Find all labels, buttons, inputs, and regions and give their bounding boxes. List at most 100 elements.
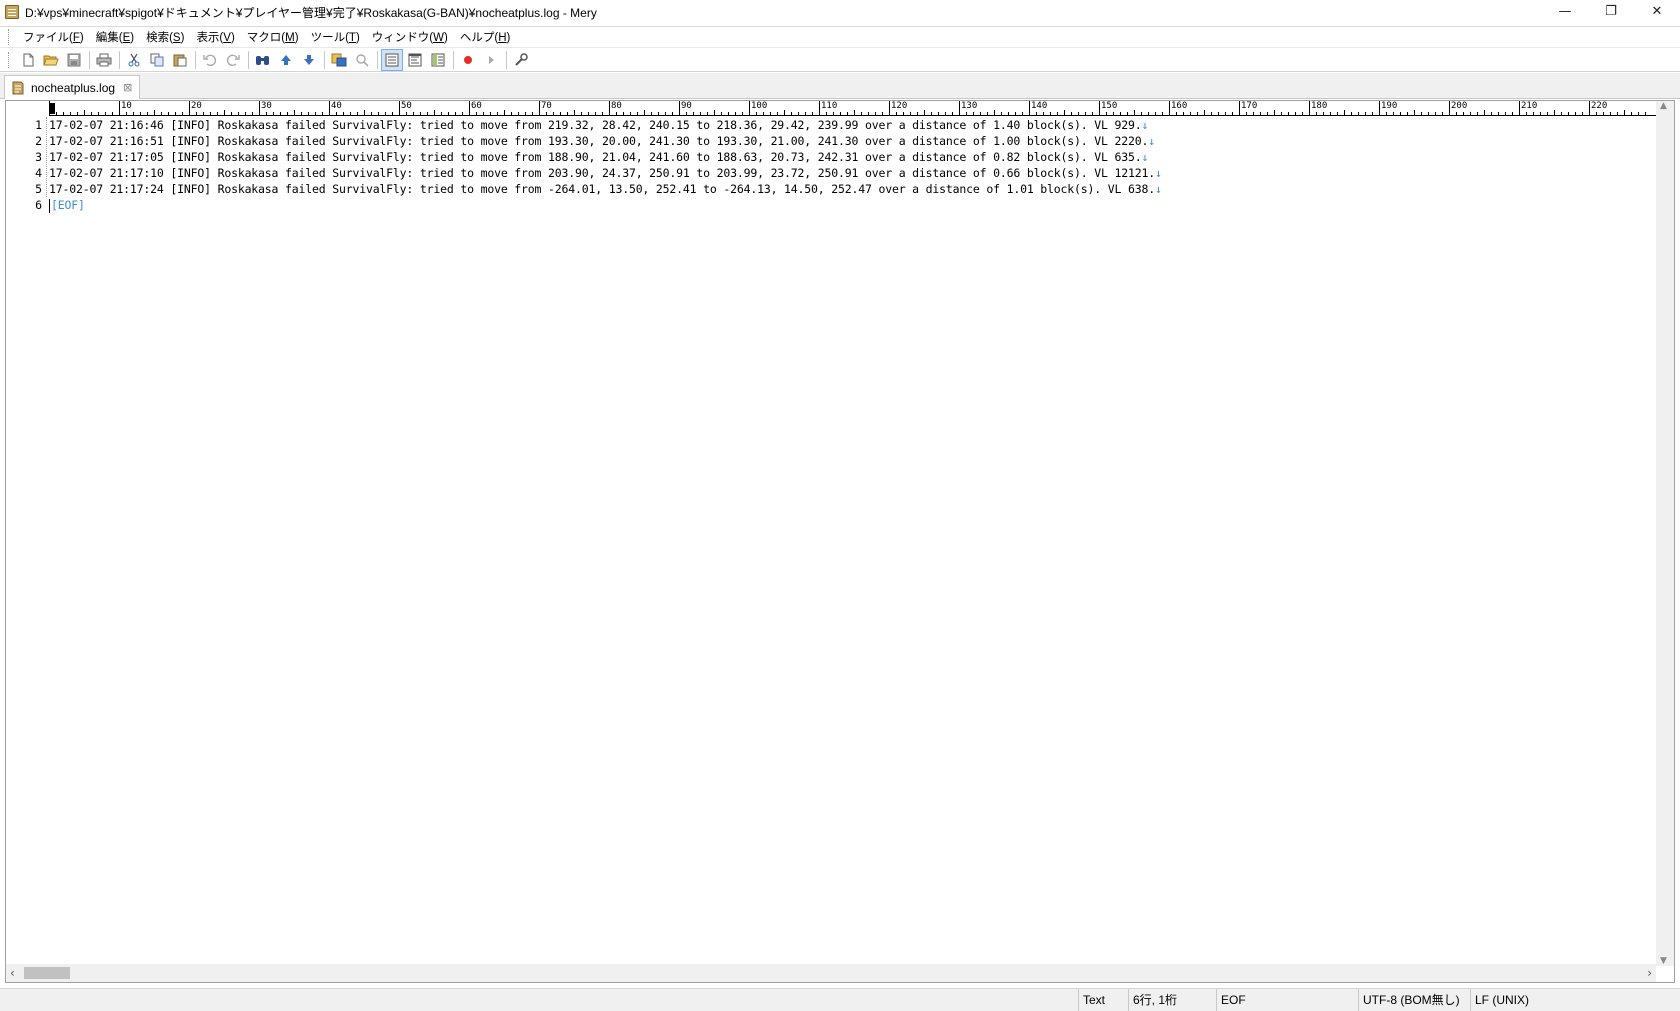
close-button[interactable]: ✕	[1634, 0, 1680, 22]
open-button[interactable]	[40, 49, 62, 71]
menu-search[interactable]: 検索(S)	[140, 27, 190, 47]
ruler-tick	[658, 112, 659, 115]
wrap-ruler-button[interactable]	[427, 49, 449, 71]
ruler-tick	[154, 110, 155, 115]
title-bar[interactable]: D:¥vps¥minecraft¥spigot¥ドキュメント¥プレイヤー管理¥完…	[0, 0, 1680, 24]
ruler-tick	[1330, 112, 1331, 115]
scroll-down-icon[interactable]: ▼	[1660, 956, 1667, 966]
find-previous-button[interactable]	[275, 49, 297, 71]
ruler-tick	[1337, 112, 1338, 115]
ruler-tick	[406, 112, 407, 115]
status-mode[interactable]: Text	[1078, 989, 1128, 1011]
undo-button[interactable]	[199, 49, 221, 71]
text-line[interactable]: 17-02-07 21:16:46 [INFO] Roskakasa faile…	[49, 117, 1654, 133]
ruler-tick	[518, 112, 519, 115]
ruler-tick	[427, 112, 428, 115]
menu-grip[interactable]	[8, 29, 11, 45]
ruler-label: 10	[121, 101, 132, 111]
ruler-tick	[1582, 112, 1583, 115]
ruler-tick	[490, 112, 491, 115]
copy-button[interactable]	[146, 49, 168, 71]
editor-pane[interactable]: 10 20 30 40 50 60 70 80 90 100 110 120 130 140 150 160 1…	[5, 100, 1675, 983]
horizontal-scrollbar[interactable]: ‹ ›	[6, 964, 1656, 982]
ruler-tick	[175, 112, 176, 115]
ruler-tick	[70, 112, 71, 115]
menu-tools[interactable]: ツール(T)	[305, 27, 366, 47]
menu-edit[interactable]: 編集(E)	[90, 27, 140, 47]
ruler-tick	[434, 110, 435, 115]
ruler-tick	[133, 112, 134, 115]
text-area[interactable]: 17-02-07 21:16:46 [INFO] Roskakasa faile…	[49, 117, 1654, 213]
ruler-label: 160	[1171, 101, 1188, 111]
status-encoding[interactable]: UTF-8 (BOM無し)	[1358, 989, 1470, 1011]
no-wrap-button[interactable]	[381, 48, 403, 71]
text-line[interactable]: 17-02-07 21:17:05 [INFO] Roskakasa faile…	[49, 149, 1654, 165]
minimize-button[interactable]: —	[1542, 0, 1588, 22]
toolbar-separator	[453, 50, 454, 69]
ruler-tick	[672, 112, 673, 115]
replace-button[interactable]	[328, 49, 350, 71]
toolbar-grip[interactable]	[8, 51, 11, 68]
ruler-tick	[1197, 112, 1198, 115]
vertical-scrollbar[interactable]: ▲ ▼	[1656, 101, 1674, 966]
status-line-ending[interactable]: LF (UNIX)	[1470, 989, 1590, 1011]
ruler-tick	[1043, 112, 1044, 115]
ruler-tick	[938, 112, 939, 115]
wrap-ruler-icon	[431, 53, 445, 66]
ruler-tick	[1442, 112, 1443, 115]
new-file-button[interactable]	[17, 49, 39, 71]
find-next-button[interactable]	[298, 49, 320, 71]
ruler-tick	[91, 112, 92, 115]
scroll-left-icon[interactable]: ‹	[10, 966, 15, 980]
text-line[interactable]: 17-02-07 21:17:10 [INFO] Roskakasa faile…	[49, 165, 1654, 181]
ruler-tick	[784, 110, 785, 115]
menu-tools-key: T	[348, 32, 356, 44]
horizontal-scroll-thumb[interactable]	[24, 967, 70, 979]
redo-button[interactable]	[222, 49, 244, 71]
scroll-up-icon[interactable]: ▲	[1660, 101, 1667, 111]
menu-macro[interactable]: マクロ(M)	[241, 27, 305, 47]
line-text: 17-02-07 21:16:51 [INFO] Roskakasa faile…	[49, 134, 1149, 148]
app-icon[interactable]	[5, 5, 19, 19]
text-line[interactable]: 17-02-07 21:16:51 [INFO] Roskakasa faile…	[49, 133, 1654, 149]
menu-window[interactable]: ウィンドウ(W)	[366, 27, 454, 47]
wrap-window-button[interactable]	[404, 49, 426, 71]
ruler-tick	[1218, 112, 1219, 115]
ruler-tick	[1491, 112, 1492, 115]
ruler-tick	[1001, 112, 1002, 115]
ruler-tick	[714, 110, 715, 115]
text-line[interactable]: [EOF]	[49, 197, 1654, 213]
tab-nocheatplus-log[interactable]: nocheatplus.log ⊠	[4, 75, 140, 99]
print-button[interactable]	[93, 49, 115, 71]
ruler-tick	[798, 112, 799, 115]
ruler-tick	[1610, 112, 1611, 115]
ruler-label: 40	[331, 101, 342, 111]
menu-help[interactable]: ヘルプ(H)	[454, 27, 517, 47]
ruler-tick	[1617, 112, 1618, 115]
toolbar-separator	[248, 50, 249, 69]
paste-button[interactable]	[169, 49, 191, 71]
ruler-tick	[616, 112, 617, 115]
macro-record-button[interactable]	[457, 49, 479, 71]
find-button[interactable]	[252, 49, 274, 71]
cut-button[interactable]	[123, 49, 145, 71]
menu-help-end: )	[506, 32, 511, 44]
text-line[interactable]: 17-02-07 21:17:24 [INFO] Roskakasa faile…	[49, 181, 1654, 197]
ruler-tick	[875, 112, 876, 115]
menu-window-label: ウィンドウ(	[371, 32, 434, 44]
ruler-tick	[1085, 112, 1086, 115]
macro-play-button[interactable]	[480, 49, 502, 71]
menu-file[interactable]: ファイル(F)	[17, 27, 90, 47]
save-button[interactable]	[63, 49, 85, 71]
clear-highlight-button[interactable]	[351, 49, 373, 71]
ruler-tick	[266, 112, 267, 115]
scroll-right-icon[interactable]: ›	[1647, 966, 1652, 980]
replace-icon	[331, 53, 347, 66]
restore-button[interactable]: ❐	[1588, 0, 1634, 22]
ruler-tick	[1421, 112, 1422, 115]
options-button[interactable]	[510, 49, 532, 71]
ruler-tick	[581, 112, 582, 115]
tab-close-icon[interactable]: ⊠	[123, 81, 132, 94]
menu-view[interactable]: 表示(V)	[190, 27, 240, 47]
newline-marker: ↓	[1141, 150, 1149, 164]
